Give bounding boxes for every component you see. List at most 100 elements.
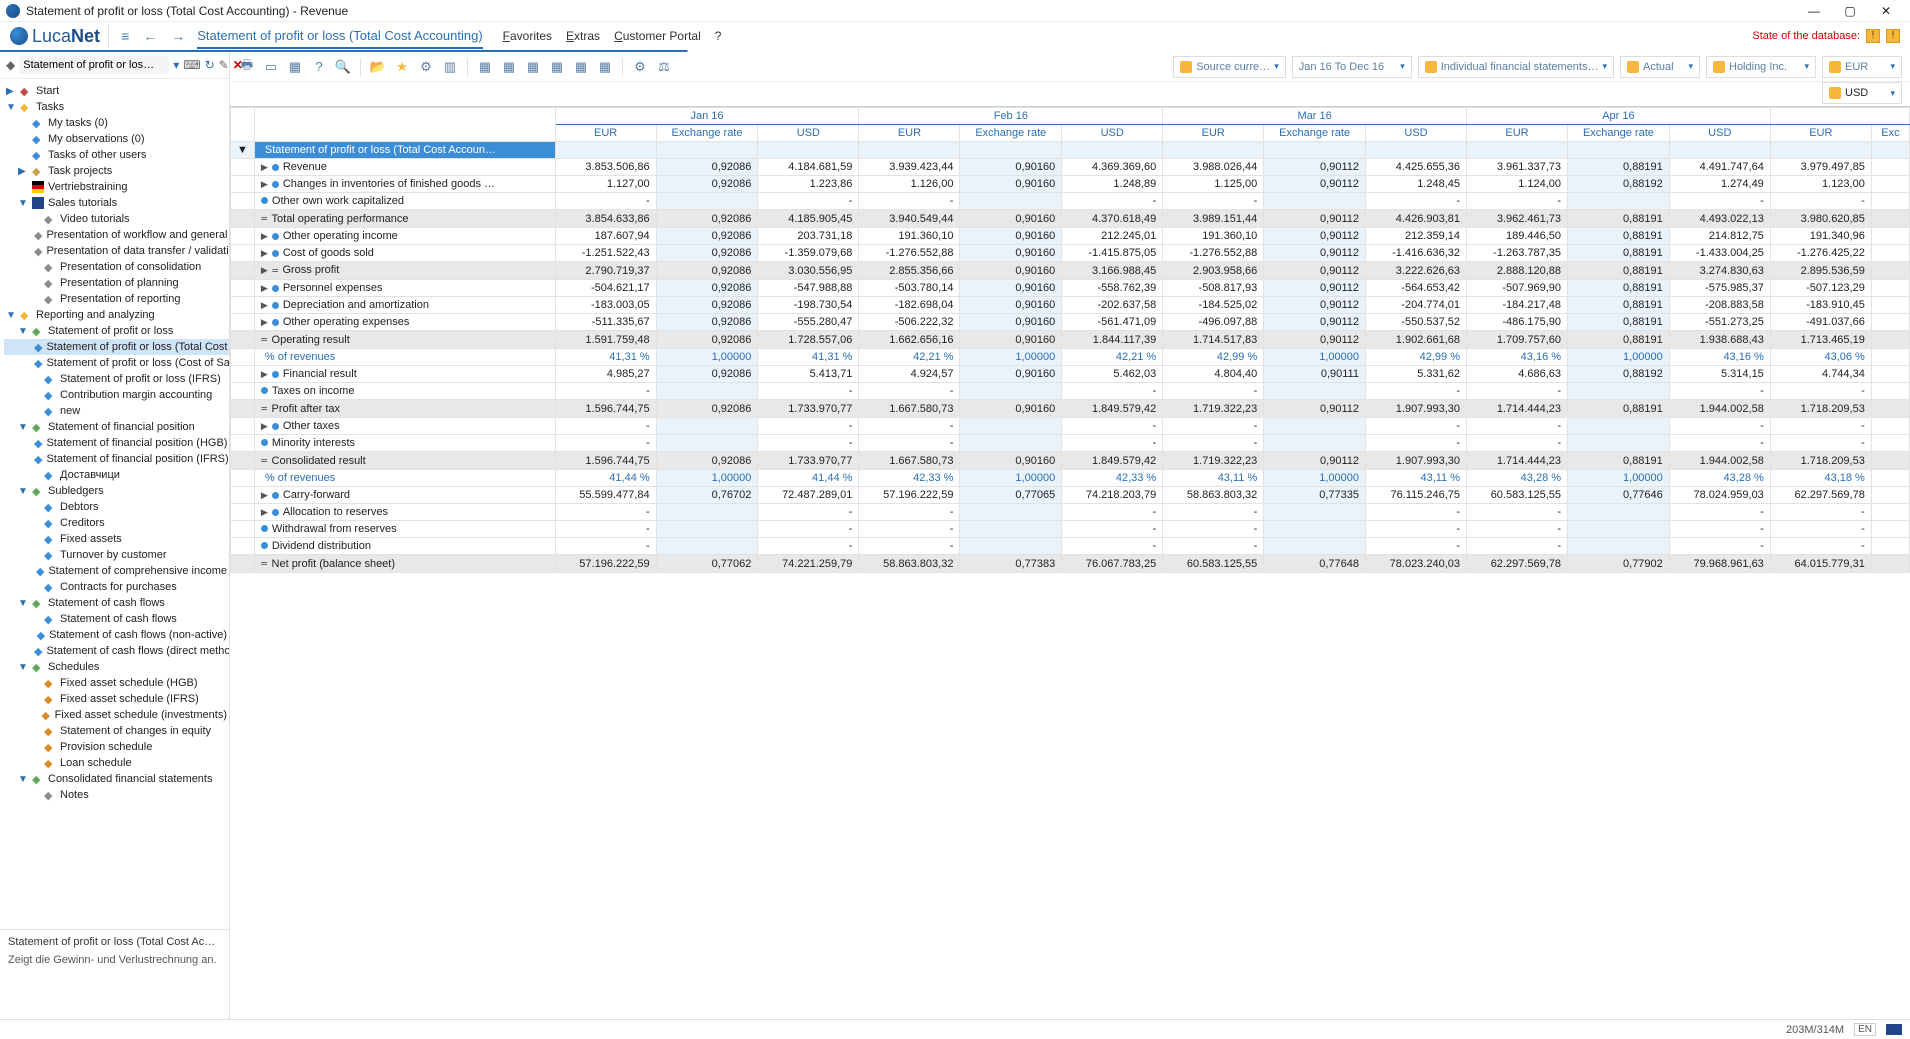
nav-item-spl_tca[interactable]: ◆Statement of profit or loss (Total Cost…: [4, 339, 229, 355]
filter-entity[interactable]: Holding Inc.▾: [1706, 56, 1816, 78]
table-row[interactable]: ▶ Other operating income187.607,940,9208…: [231, 228, 1910, 245]
grid3-icon[interactable]: ▦: [524, 58, 542, 76]
folder-open-icon[interactable]: 📂: [369, 58, 387, 76]
nav-item-fas_ifrs[interactable]: ◆Fixed asset schedule (IFRS): [4, 691, 229, 707]
table-row[interactable]: ▶ Changes in inventories of finished goo…: [231, 176, 1910, 193]
month-header[interactable]: Feb 16: [859, 108, 1163, 125]
table-row[interactable]: ▶ Revenue3.853.506,860,920864.184.681,59…: [231, 159, 1910, 176]
table-row[interactable]: Taxes on income---------: [231, 383, 1910, 400]
month-header[interactable]: Apr 16: [1467, 108, 1771, 125]
settings-icon[interactable]: ⚙: [631, 58, 649, 76]
nav-item-dost[interactable]: ◆Доставчици: [4, 467, 229, 483]
menu-help[interactable]: ?: [715, 29, 722, 43]
nav-item-video[interactable]: ◆Video tutorials: [4, 211, 229, 227]
star-icon[interactable]: ★: [393, 58, 411, 76]
nav-item-pres_wf[interactable]: ◆Presentation of workflow and general h…: [4, 227, 229, 243]
filter-scenario[interactable]: Actual▾: [1620, 56, 1700, 78]
dropdown-icon[interactable]: ▾: [173, 58, 179, 72]
nav-item-fa[interactable]: ◆Fixed assets: [4, 531, 229, 547]
table-row[interactable]: ▶ Allocation to reserves---------: [231, 504, 1910, 521]
table-row[interactable]: ▼Statement of profit or loss (Total Cost…: [231, 142, 1910, 159]
nav-item-my_obs[interactable]: ◆My observations (0): [4, 131, 229, 147]
data-grid-wrap[interactable]: Jan 16Feb 16Mar 16Apr 16EURExchange rate…: [230, 106, 1910, 1019]
nav-item-rep_h[interactable]: ▼◆Reporting and analyzing: [4, 307, 229, 323]
grid2-icon[interactable]: ▦: [500, 58, 518, 76]
table-row[interactable]: =Net profit (balance sheet)57.196.222,59…: [231, 555, 1910, 573]
balance-icon[interactable]: ⚖: [655, 58, 673, 76]
export-icon[interactable]: ▦: [286, 58, 304, 76]
menu-icon[interactable]: ≡: [117, 26, 133, 46]
refresh-icon[interactable]: ↻: [205, 58, 215, 72]
grid5-icon[interactable]: ▦: [572, 58, 590, 76]
nav-item-tasks_other[interactable]: ◆Tasks of other users: [4, 147, 229, 163]
nav-item-sfp[interactable]: ▼◆Statement of financial position: [4, 419, 229, 435]
table-row[interactable]: ▶ Carry-forward55.599.477,840,7670272.48…: [231, 487, 1910, 504]
minimize-button[interactable]: —: [1796, 4, 1832, 18]
table-row[interactable]: Dividend distribution---------: [231, 538, 1910, 555]
nav-item-scf1[interactable]: ◆Statement of cash flows: [4, 611, 229, 627]
table-row[interactable]: =Operating result1.591.759,480,920861.72…: [231, 331, 1910, 349]
table-row[interactable]: ▶ =Gross profit2.790.719,370,920863.030.…: [231, 262, 1910, 280]
nav-item-fas_hgb[interactable]: ◆Fixed asset schedule (HGB): [4, 675, 229, 691]
filter-source-currency[interactable]: Source curre…▾: [1173, 56, 1286, 78]
table-row[interactable]: =Profit after tax1.596.744,750,920861.73…: [231, 400, 1910, 418]
nav-item-cma[interactable]: ◆Contribution margin accounting: [4, 387, 229, 403]
nav-item-loan[interactable]: ◆Loan schedule: [4, 755, 229, 771]
forward-icon[interactable]: →: [167, 26, 189, 46]
nav-item-task_proj[interactable]: ▶◆Task projects: [4, 163, 229, 179]
nav-item-cfp[interactable]: ◆Contracts for purchases: [4, 579, 229, 595]
help-icon[interactable]: ?: [310, 58, 328, 76]
filter-period[interactable]: Jan 16 To Dec 16▾: [1292, 56, 1412, 78]
search-input[interactable]: [19, 56, 169, 74]
nav-item-scf[interactable]: ▼◆Statement of cash flows: [4, 595, 229, 611]
maximize-button[interactable]: ▢: [1832, 4, 1868, 18]
warning-icon-2[interactable]: !: [1886, 29, 1900, 43]
nav-item-sfp_hgb[interactable]: ◆Statement of financial position (HGB): [4, 435, 229, 451]
table-row[interactable]: ▶ Other taxes---------: [231, 418, 1910, 435]
filter-currency-1[interactable]: EUR▾: [1822, 56, 1902, 78]
grid6-icon[interactable]: ▦: [596, 58, 614, 76]
nav-item-cfs[interactable]: ▼◆Consolidated financial statements: [4, 771, 229, 787]
table-row[interactable]: ▶ Financial result4.985,270,920865.413,7…: [231, 366, 1910, 383]
keyboard-icon[interactable]: ⌨: [183, 58, 200, 72]
nav-item-pres_cons[interactable]: ◆Presentation of consolidation: [4, 259, 229, 275]
grid1-icon[interactable]: ▦: [476, 58, 494, 76]
filter-currency-2[interactable]: USD▾: [1822, 82, 1902, 104]
filter-statement-type[interactable]: Individual financial statements…▾: [1418, 56, 1614, 78]
grid4-icon[interactable]: ▦: [548, 58, 566, 76]
nav-item-spl[interactable]: ▼◆Statement of profit or loss: [4, 323, 229, 339]
nav-item-sched[interactable]: ▼◆Schedules: [4, 659, 229, 675]
nav-item-fas_inv[interactable]: ◆Fixed asset schedule (investments): [4, 707, 229, 723]
table-row[interactable]: =Total operating performance3.854.633,86…: [231, 210, 1910, 228]
nav-item-scie[interactable]: ◆Statement of changes in equity: [4, 723, 229, 739]
nav-item-tbc[interactable]: ◆Turnover by customer: [4, 547, 229, 563]
nav-item-creditors[interactable]: ◆Creditors: [4, 515, 229, 531]
nav-item-vertrieb[interactable]: Vertriebstraining: [4, 179, 229, 195]
nav-item-spl_ifrs[interactable]: ◆Statement of profit or loss (IFRS): [4, 371, 229, 387]
nav-item-sfp_ifrs[interactable]: ◆Statement of financial position (IFRS): [4, 451, 229, 467]
table-row[interactable]: ▶ Personnel expenses-504.621,170,92086-5…: [231, 280, 1910, 297]
nav-item-sales[interactable]: ▼Sales tutorials: [4, 195, 229, 211]
screen-icon[interactable]: ▭: [262, 58, 280, 76]
nav-item-sci[interactable]: ◆Statement of comprehensive income: [4, 563, 229, 579]
month-header[interactable]: Mar 16: [1163, 108, 1467, 125]
filter-icon[interactable]: ◆: [6, 58, 15, 72]
nav-item-debtors[interactable]: ◆Debtors: [4, 499, 229, 515]
menu-extras[interactable]: Extras: [566, 29, 600, 43]
search-icon[interactable]: 🔍: [334, 58, 352, 76]
breadcrumb[interactable]: Statement of profit or loss (Total Cost …: [197, 24, 482, 49]
table-row[interactable]: Withdrawal from reserves---------: [231, 521, 1910, 538]
close-button[interactable]: ✕: [1868, 4, 1904, 18]
menu-customer-portal[interactable]: Customer Portal: [614, 29, 701, 43]
nav-item-spl_cos[interactable]: ◆Statement of profit or loss (Cost of Sa…: [4, 355, 229, 371]
warning-icon[interactable]: !: [1866, 29, 1880, 43]
table-row[interactable]: % of revenues41,44 %1,0000041,44 %42,33 …: [231, 470, 1910, 487]
table-row[interactable]: Other own work capitalized---------: [231, 193, 1910, 210]
nav-item-prov[interactable]: ◆Provision schedule: [4, 739, 229, 755]
nav-item-scf2[interactable]: ◆Statement of cash flows (non-active): [4, 627, 229, 643]
table-row[interactable]: =Consolidated result1.596.744,750,920861…: [231, 452, 1910, 470]
nav-item-tasks_h[interactable]: ▼◆Tasks: [4, 99, 229, 115]
nav-item-pres_dt[interactable]: ◆Presentation of data transfer / validat…: [4, 243, 229, 259]
back-icon[interactable]: ←: [139, 26, 161, 46]
edit-icon[interactable]: ✎: [219, 58, 229, 72]
